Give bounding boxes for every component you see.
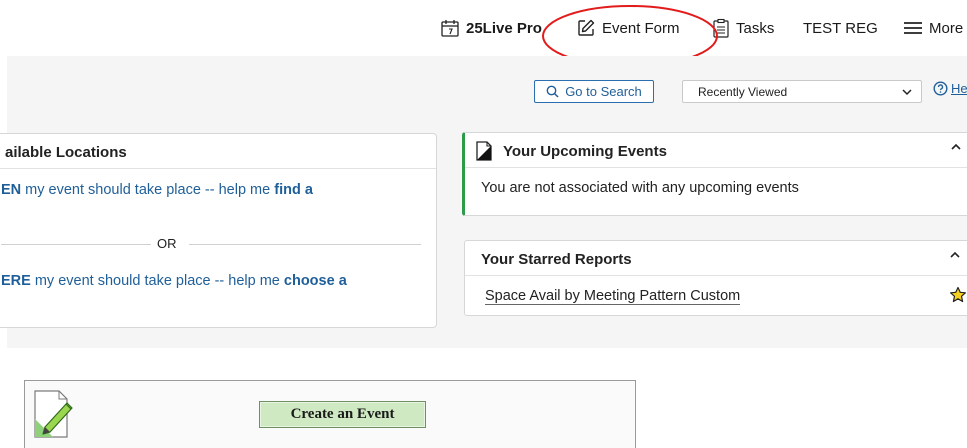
search-icon bbox=[546, 85, 559, 98]
when-action: find a bbox=[274, 182, 313, 198]
find-location-link[interactable]: EN my event should take place -- help me… bbox=[1, 182, 313, 198]
or-separator: OR bbox=[1, 235, 421, 253]
top-nav: 25Live Pro Event Form Tasks TEST REG Mor… bbox=[0, 0, 967, 67]
chevron-down-icon bbox=[902, 89, 912, 96]
nav-more-label: More bbox=[929, 19, 964, 37]
upcoming-events-title: Your Upcoming Events bbox=[503, 143, 667, 160]
create-event-panel: Create an Event bbox=[24, 380, 636, 448]
or-line-left bbox=[1, 244, 151, 245]
document-icon bbox=[476, 141, 492, 161]
collapse-upcoming-icon[interactable] bbox=[950, 141, 962, 156]
recently-viewed-value: Recently Viewed bbox=[698, 84, 788, 99]
nav-user[interactable]: TEST REG bbox=[803, 16, 878, 40]
or-label: OR bbox=[157, 236, 177, 251]
nav-tasks[interactable]: Tasks bbox=[712, 16, 774, 40]
create-event-button[interactable]: Create an Event bbox=[259, 401, 426, 428]
recently-viewed-select[interactable]: Recently Viewed bbox=[682, 80, 922, 103]
nav-event-form[interactable]: Event Form bbox=[576, 16, 680, 40]
upcoming-events-message: You are not associated with any upcoming… bbox=[481, 180, 799, 196]
card-divider bbox=[465, 275, 967, 276]
starred-reports-title: Your Starred Reports bbox=[481, 251, 632, 268]
chevron-up-icon bbox=[950, 251, 960, 258]
nav-event-form-label: Event Form bbox=[602, 19, 680, 37]
chevron-up-icon bbox=[951, 143, 961, 150]
available-locations-title: ailable Locations bbox=[5, 144, 127, 161]
hamburger-menu-icon bbox=[904, 22, 922, 34]
or-line-right bbox=[189, 244, 421, 245]
help-icon bbox=[933, 81, 948, 96]
nav-25live-pro[interactable]: 25Live Pro bbox=[440, 16, 542, 40]
upcoming-events-card: Your Upcoming Events You are not associa… bbox=[462, 132, 967, 216]
nav-25live-pro-label: 25Live Pro bbox=[466, 19, 542, 37]
go-to-search-button[interactable]: Go to Search bbox=[534, 80, 654, 103]
pencil-document-icon bbox=[34, 390, 73, 438]
help-label: He bbox=[951, 81, 967, 96]
when-text: my event should take place -- help me bbox=[21, 182, 275, 198]
when-prefix: EN bbox=[1, 182, 22, 198]
nav-more[interactable]: More bbox=[903, 16, 963, 40]
starred-reports-card: Your Starred Reports Space Avail by Meet… bbox=[464, 240, 967, 316]
help-link[interactable]: He bbox=[933, 81, 967, 96]
starred-report-link[interactable]: Space Avail by Meeting Pattern Custom bbox=[485, 288, 741, 305]
go-to-search-label: Go to Search bbox=[565, 84, 642, 99]
collapse-starred-icon[interactable] bbox=[949, 249, 961, 264]
clipboard-icon bbox=[713, 18, 729, 38]
where-action: choose a bbox=[283, 273, 347, 289]
where-text: my event should take place -- help me bbox=[30, 273, 284, 289]
card-divider bbox=[465, 167, 967, 168]
edit-icon bbox=[578, 19, 595, 36]
calendar-icon bbox=[441, 20, 459, 37]
choose-location-link[interactable]: ERE my event should take place -- help m… bbox=[1, 273, 347, 289]
nav-user-label: TEST REG bbox=[803, 19, 878, 37]
nav-tasks-label: Tasks bbox=[736, 19, 775, 37]
available-locations-card: ailable Locations EN my event should tak… bbox=[0, 133, 437, 328]
card-divider bbox=[0, 168, 436, 169]
where-prefix: ERE bbox=[1, 273, 31, 289]
star-icon[interactable] bbox=[949, 286, 967, 304]
